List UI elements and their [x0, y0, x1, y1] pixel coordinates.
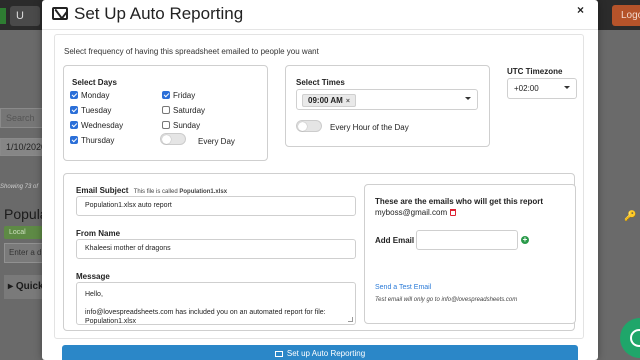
modal-body: Select frequency of having this spreadsh…: [54, 34, 584, 339]
file-note-prefix: This file is called: [133, 189, 178, 195]
modal-title: Set Up Auto Reporting: [74, 4, 244, 23]
every-day-toggle[interactable]: [160, 133, 186, 145]
from-name-label: From Name: [76, 229, 121, 238]
background-search-input[interactable]: Search: [0, 108, 46, 128]
every-hour-label: Every Hour of the Day: [330, 123, 409, 132]
day-label: Thursday: [81, 136, 115, 145]
add-email-label: Add Email: [375, 236, 415, 245]
intro-text: Select frequency of having this spreadsh…: [64, 47, 319, 56]
select-times-panel: Select Times 09:00 AM × Every Hour of the…: [285, 65, 490, 147]
thursday-checkbox[interactable]: [70, 136, 78, 144]
recipients-title: These are the emails who will get this r…: [375, 197, 544, 206]
message-textarea[interactable]: Hello, info@lovespreadsheets.com has inc…: [76, 282, 356, 325]
green-marker: [0, 8, 6, 24]
select-days-title: Select Days: [72, 78, 117, 87]
add-email-icon[interactable]: +: [521, 236, 529, 244]
email-subject-label-text: Email Subject: [76, 186, 129, 195]
send-test-email-link[interactable]: Send a Test Email: [375, 284, 431, 291]
submit-label: Set up Auto Reporting: [286, 349, 366, 358]
wednesday-checkbox[interactable]: [70, 121, 78, 129]
background-date-input[interactable]: 1/10/2020: [0, 138, 46, 156]
quick-label: Quick: [15, 281, 44, 292]
resize-handle-icon[interactable]: [348, 317, 353, 322]
select-days-panel: Select Days Monday Tuesday Wednesday Thu…: [63, 65, 268, 161]
chevron-down-icon: [465, 97, 471, 100]
recipient-email: myboss@gmail.com: [375, 208, 448, 217]
message-label: Message: [76, 272, 110, 281]
message-line: Hello,: [85, 291, 103, 298]
every-hour-toggle[interactable]: [296, 120, 322, 132]
sunday-checkbox[interactable]: [162, 121, 170, 129]
chevron-down-icon: [564, 86, 570, 89]
select-times-title: Select Times: [296, 78, 345, 87]
logout-button[interactable]: Logo: [612, 5, 640, 26]
file-note: This file is called Population1.xlsx: [134, 189, 227, 195]
email-panel: Email Subject This file is called Popula…: [63, 173, 576, 331]
day-label: Monday: [81, 91, 110, 100]
remove-time-icon[interactable]: ×: [346, 98, 350, 105]
key-icon: 🔑: [624, 211, 637, 222]
chat-bubble-icon[interactable]: [620, 318, 640, 358]
modal-header: Set Up Auto Reporting ×: [42, 0, 598, 30]
every-day-label: Every Day: [198, 137, 235, 146]
day-label: Friday: [173, 91, 196, 100]
selected-time-label: 09:00 AM: [308, 96, 343, 105]
auto-reporting-modal: Set Up Auto Reporting × Select frequency…: [42, 0, 598, 360]
tuesday-checkbox[interactable]: [70, 106, 78, 114]
envelope-icon: [274, 351, 283, 357]
timezone-value: +02:00: [514, 84, 539, 93]
file-name: Population1.xlsx: [179, 189, 228, 195]
day-label: Saturday: [173, 106, 206, 115]
day-label: Sunday: [173, 121, 201, 130]
recipients-panel: These are the emails who will get this r…: [364, 184, 576, 324]
close-button[interactable]: ×: [577, 3, 584, 17]
set-up-auto-reporting-button[interactable]: Set up Auto Reporting: [62, 345, 578, 360]
showing-count-text: Showing 73 of: [0, 184, 39, 190]
times-select[interactable]: 09:00 AM ×: [296, 89, 478, 110]
envelope-icon: [52, 7, 68, 20]
timezone-select[interactable]: +02:00: [507, 78, 577, 99]
day-label: Tuesday: [81, 106, 112, 115]
add-email-input[interactable]: [416, 230, 518, 250]
timezone-title: UTC Timezone: [507, 67, 563, 76]
user-button[interactable]: U: [10, 6, 40, 26]
message-line: info@lovespreadsheets.com has included y…: [85, 309, 326, 325]
selected-time-tag: 09:00 AM ×: [302, 94, 356, 107]
email-subject-label: Email Subject This file is called Popula…: [76, 186, 227, 195]
from-name-input[interactable]: Khaleesi mother of dragons: [76, 239, 356, 259]
delete-email-icon[interactable]: [450, 209, 456, 216]
email-subject-input[interactable]: Population1.xlsx auto report: [76, 196, 356, 216]
day-label: Wednesday: [81, 121, 124, 130]
friday-checkbox[interactable]: [162, 91, 170, 99]
saturday-checkbox[interactable]: [162, 106, 170, 114]
monday-checkbox[interactable]: [70, 91, 78, 99]
test-email-note: Test email will only go to info@lovespre…: [375, 297, 518, 303]
